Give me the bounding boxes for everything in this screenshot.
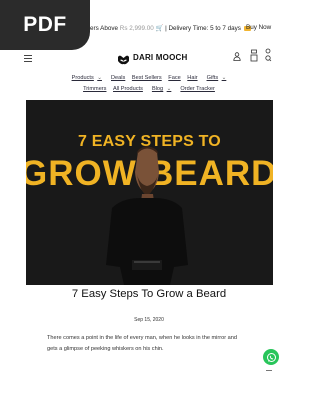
announcement-text-start: ers Above (90, 25, 120, 32)
user-icon[interactable] (233, 48, 241, 66)
nav-item-gifts[interactable]: Gifts ⌄ (204, 75, 229, 81)
chevron-down-icon: ⌄ (97, 75, 102, 81)
article-title: 7 Easy Steps To Grow a Beard (71, 288, 227, 300)
nav-item-blog[interactable]: Blog ⌄ (149, 86, 173, 92)
whatsapp-icon[interactable] (263, 349, 279, 365)
nav-item-face[interactable]: Face (168, 75, 180, 81)
main-nav: Products ⌄ Deals Best Sellers Face Hair G… (0, 73, 298, 95)
cart-icon[interactable] (250, 48, 258, 67)
nav-item-trimmers[interactable]: Trimmers (83, 86, 106, 92)
nav-label: Blog (151, 86, 164, 92)
chevron-down-icon: ⌄ (221, 75, 227, 81)
search-icon[interactable] (264, 48, 272, 67)
chevron-down-icon: ⌄ (166, 86, 172, 92)
nav-row-1: Products ⌄ Deals Best Sellers Face Hair G… (0, 73, 298, 84)
excerpt-line-2: gets a glimpse of peeking whiskers on hi… (47, 346, 164, 352)
logo[interactable]: DARI MOOCH (117, 52, 188, 65)
nav-item-best-sellers[interactable]: Best Sellers (132, 75, 162, 81)
article-date: Sep 15, 2020 (134, 317, 164, 323)
scroll-indicator (266, 370, 272, 371)
nav-label: Gifts (206, 75, 219, 81)
logo-text: DARI MOOCH (133, 52, 188, 62)
nav-label: Products (71, 75, 94, 81)
nav-item-deals[interactable]: Deals (111, 75, 125, 81)
announcement-delivery: | Delivery Time: 5 to 7 days (163, 25, 241, 32)
nav-item-order-tracker[interactable]: Order Tracker (180, 86, 215, 92)
announcement-price: Rs 2,999.00 (119, 25, 154, 32)
buy-now-link[interactable]: Buy Now (246, 24, 271, 31)
announcement-text: ers Above Rs 2,999.00 🛒 | Delivery Time:… (90, 24, 251, 32)
nav-item-products[interactable]: Products ⌄ (69, 75, 104, 81)
mustache-logo-icon (117, 52, 130, 65)
nav-row-2: Trimmers All Products Blog ⌄ Order Tracke… (0, 84, 298, 95)
pdf-badge: PDF (0, 0, 90, 50)
hero-image: 7 EASY STEPS TO GROW BEARD (26, 100, 273, 285)
nav-item-hair[interactable]: Hair (187, 75, 197, 81)
article-excerpt: There comes a point in the life of every… (47, 333, 267, 355)
menu-icon[interactable] (24, 55, 32, 62)
excerpt-line-1: There comes a point in the life of every… (47, 335, 237, 341)
nav-item-all-products[interactable]: All Products (113, 86, 143, 92)
bearded-man-photo (104, 140, 190, 285)
